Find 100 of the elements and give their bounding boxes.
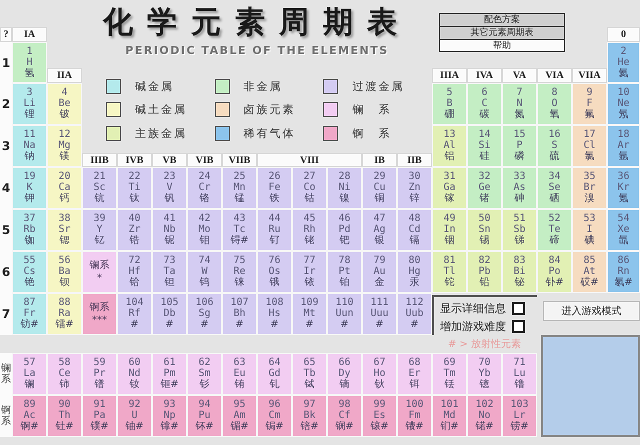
element-tile[interactable]: 30 Zn 锌	[397, 167, 432, 209]
element-tile[interactable]: 109 Mt #	[292, 293, 327, 335]
element-tile[interactable]: 69 Tm 铥	[432, 353, 467, 395]
element-tile[interactable]: 108 Hs #	[257, 293, 292, 335]
element-tile[interactable]: 55 Cs 铯	[12, 251, 47, 293]
element-tile[interactable]: 34 Se 硒	[537, 167, 572, 209]
element-tile[interactable]: 54 Xe 氙	[607, 209, 640, 251]
element-tile[interactable]: 49 In 铟	[432, 209, 467, 251]
element-tile[interactable]: 47 Ag 银	[362, 209, 397, 251]
element-tile[interactable]: 100 Fm 镄#	[397, 395, 432, 437]
element-tile[interactable]: 72 Hf 铪	[117, 251, 152, 293]
element-tile[interactable]: 67 Ho 钬	[362, 353, 397, 395]
element-tile[interactable]: 98 Cf 锎#	[327, 395, 362, 437]
element-tile[interactable]: 53 I 碘	[572, 209, 607, 251]
element-tile[interactable]: 82 Pb 铅	[467, 251, 502, 293]
element-tile[interactable]: 48 Cd 镉	[397, 209, 432, 251]
element-tile[interactable]: 112 Uub #	[397, 293, 432, 335]
element-tile[interactable]: 76 Os 锇	[257, 251, 292, 293]
element-tile[interactable]: 10 Ne 氖	[607, 83, 640, 125]
element-tile[interactable]: 104 Rf #	[117, 293, 152, 335]
element-tile[interactable]: 46 Pd 钯	[327, 209, 362, 251]
element-tile[interactable]: 20 Ca 钙	[47, 167, 82, 209]
element-tile[interactable]: 88 Ra 镭#	[47, 293, 82, 335]
menu-button[interactable]: 其它元素周期表	[439, 26, 565, 39]
element-tile[interactable]: 33 As 砷	[502, 167, 537, 209]
element-tile[interactable]: 64 Gd 钆	[257, 353, 292, 395]
element-tile[interactable]: 94 Pu 钚#	[187, 395, 222, 437]
element-tile[interactable]: 9 F 氟	[572, 83, 607, 125]
element-tile[interactable]: 85 At 砹#	[572, 251, 607, 293]
element-tile[interactable]: 35 Br 溴	[572, 167, 607, 209]
element-tile[interactable]: 23 V 钒	[152, 167, 187, 209]
element-tile[interactable]: 63 Eu 铕	[222, 353, 257, 395]
element-tile[interactable]: 5 B 硼	[432, 83, 467, 125]
element-tile[interactable]: 75 Re 铼	[222, 251, 257, 293]
element-tile[interactable]: 19 K 钾	[12, 167, 47, 209]
element-tile[interactable]: 60 Nd 钕	[117, 353, 152, 395]
element-tile[interactable]: 73 Ta 钽	[152, 251, 187, 293]
element-tile[interactable]: 16 S 硫	[537, 125, 572, 167]
element-tile[interactable]: 106 Sg #	[187, 293, 222, 335]
element-tile[interactable]: 12 Mg 镁	[47, 125, 82, 167]
element-tile[interactable]: 26 Fe 铁	[257, 167, 292, 209]
series-tile[interactable]: 锕系 ***	[82, 293, 117, 335]
element-tile[interactable]: 22 Ti 钛	[117, 167, 152, 209]
element-tile[interactable]: 80 Hg 汞	[397, 251, 432, 293]
element-tile[interactable]: 87 Fr 钫#	[12, 293, 47, 335]
element-tile[interactable]: 56 Ba 钡	[47, 251, 82, 293]
element-tile[interactable]: 24 Cr 铬	[187, 167, 222, 209]
element-tile[interactable]: 111 Uuu #	[362, 293, 397, 335]
element-tile[interactable]: 43 Tc 锝#	[222, 209, 257, 251]
game-mode-button[interactable]: 进入游戏模式	[543, 301, 640, 321]
element-tile[interactable]: 99 Es 锿#	[362, 395, 397, 437]
series-tile[interactable]: 镧系 *	[82, 251, 117, 293]
element-tile[interactable]: 3 Li 锂	[12, 83, 47, 125]
element-tile[interactable]: 90 Th 钍#	[47, 395, 82, 437]
element-tile[interactable]: 17 Cl 氯	[572, 125, 607, 167]
element-tile[interactable]: 51 Sb 锑	[502, 209, 537, 251]
element-tile[interactable]: 74 W 钨	[187, 251, 222, 293]
element-tile[interactable]: 40 Zr 锆	[117, 209, 152, 251]
element-tile[interactable]: 81 Tl 铊	[432, 251, 467, 293]
element-tile[interactable]: 86 Rn 氡#	[607, 251, 640, 293]
element-tile[interactable]: 79 Au 金	[362, 251, 397, 293]
element-tile[interactable]: 97 Bk 锫#	[292, 395, 327, 437]
element-tile[interactable]: 2 He 氦	[607, 42, 640, 83]
menu-button[interactable]: 配色方案	[439, 13, 565, 26]
element-tile[interactable]: 91 Pa 镤#	[82, 395, 117, 437]
element-tile[interactable]: 37 Rb 铷	[12, 209, 47, 251]
element-tile[interactable]: 83 Bi 铋	[502, 251, 537, 293]
element-tile[interactable]: 39 Y 钇	[82, 209, 117, 251]
element-tile[interactable]: 61 Pm 钷#	[152, 353, 187, 395]
checkbox[interactable]	[512, 302, 525, 314]
element-tile[interactable]: 107 Bh #	[222, 293, 257, 335]
element-tile[interactable]: 77 Ir 铱	[292, 251, 327, 293]
element-tile[interactable]: 89 Ac 锕#	[12, 395, 47, 437]
element-tile[interactable]: 101 Md 钔#	[432, 395, 467, 437]
element-tile[interactable]: 41 Nb 铌	[152, 209, 187, 251]
element-tile[interactable]: 27 Co 钴	[292, 167, 327, 209]
element-tile[interactable]: 32 Ge 锗	[467, 167, 502, 209]
element-tile[interactable]: 70 Yb 镱	[467, 353, 502, 395]
element-tile[interactable]: 58 Ce 铈	[47, 353, 82, 395]
element-tile[interactable]: 62 Sm 钐	[187, 353, 222, 395]
element-tile[interactable]: 92 U 铀#	[117, 395, 152, 437]
element-tile[interactable]: 44 Ru 钌	[257, 209, 292, 251]
element-tile[interactable]: 57 La 镧	[12, 353, 47, 395]
element-tile[interactable]: 42 Mo 钼	[187, 209, 222, 251]
checkbox[interactable]	[512, 320, 525, 332]
element-tile[interactable]: 21 Sc 钪	[82, 167, 117, 209]
element-tile[interactable]: 11 Na 钠	[12, 125, 47, 167]
element-tile[interactable]: 84 Po 钋#	[537, 251, 572, 293]
element-tile[interactable]: 59 Pr 镨	[82, 353, 117, 395]
element-tile[interactable]: 71 Lu 镥	[502, 353, 537, 395]
element-tile[interactable]: 65 Tb 铽	[292, 353, 327, 395]
element-tile[interactable]: 36 Kr 氪	[607, 167, 640, 209]
element-tile[interactable]: 1 H 氢	[12, 42, 47, 83]
element-tile[interactable]: 29 Cu 铜	[362, 167, 397, 209]
menu-button[interactable]: 帮助	[439, 39, 565, 52]
element-tile[interactable]: 14 Si 硅	[467, 125, 502, 167]
element-tile[interactable]: 18 Ar 氩	[607, 125, 640, 167]
element-tile[interactable]: 45 Rh 铑	[292, 209, 327, 251]
element-tile[interactable]: 28 Ni 镍	[327, 167, 362, 209]
element-tile[interactable]: 8 O 氧	[537, 83, 572, 125]
